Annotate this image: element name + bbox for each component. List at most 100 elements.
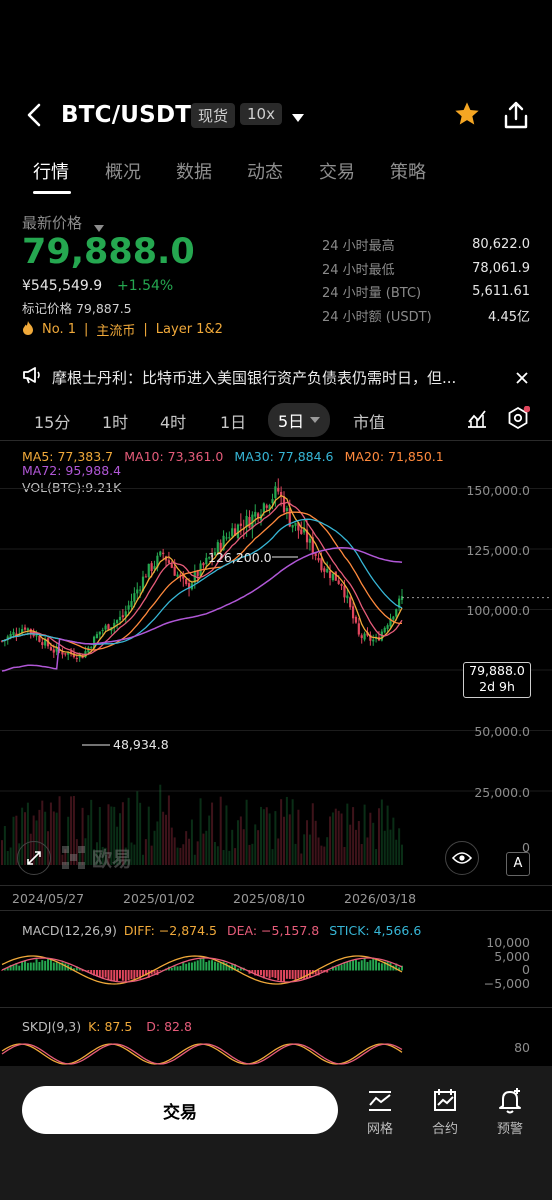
alert-button[interactable]: 预警 <box>480 1086 540 1137</box>
volume-bar <box>58 796 61 865</box>
macd-histogram-bar <box>216 962 219 971</box>
macd-histogram-bar <box>329 969 332 971</box>
candle-body <box>202 563 205 566</box>
candle-body <box>300 529 303 534</box>
volume-bar <box>257 830 260 865</box>
latest-price-label[interactable]: 最新价格 <box>22 212 82 233</box>
timeframe-1h[interactable]: 1时 <box>102 409 128 433</box>
volume-bar <box>349 824 352 865</box>
volume-bar <box>357 821 360 865</box>
tab-market[interactable]: 行情 <box>33 158 69 184</box>
volume-bar <box>277 838 280 865</box>
candle-body <box>225 537 228 539</box>
macd-label: MACD(12,26,9) <box>22 923 117 938</box>
volume-bar <box>300 853 303 865</box>
volume-bar <box>190 819 193 865</box>
cny-price: ¥545,549.9 <box>22 278 103 294</box>
candle-countdown: 2d 9h <box>479 679 515 694</box>
close-news-icon[interactable] <box>516 369 528 388</box>
volume-bar <box>52 811 55 865</box>
macd-histogram-bar <box>357 961 360 971</box>
chart-indicator-icon[interactable] <box>466 407 488 433</box>
tab-trade[interactable]: 交易 <box>319 158 355 184</box>
timeframe-4h[interactable]: 4时 <box>160 409 186 433</box>
candle-body <box>170 564 173 568</box>
grid-button[interactable]: 网格 <box>350 1086 410 1137</box>
volume-bar <box>354 829 357 865</box>
fullscreen-icon[interactable] <box>17 841 51 875</box>
macd-histogram-bar <box>18 965 21 971</box>
contract-button[interactable]: 合约 <box>415 1086 475 1137</box>
timeframe-5d[interactable]: 5日 <box>268 403 331 437</box>
high-annotation: 126,200.0 <box>208 550 272 565</box>
candle-body <box>265 505 268 508</box>
macd-axis-label: 0 <box>522 962 530 977</box>
volume-bar <box>372 822 375 865</box>
macd-histogram-bar <box>352 960 355 971</box>
dropdown-caret-icon[interactable] <box>291 108 305 127</box>
eye-icon[interactable] <box>445 841 479 875</box>
stats-panel: 24 小时最高 80,622.0 24 小时最低 78,061.9 24 小时量… <box>322 233 530 327</box>
volume-bar <box>219 796 222 865</box>
candle-body <box>35 635 38 637</box>
macd-histogram-bar <box>211 960 214 971</box>
x-axis-label: 2024/05/27 <box>12 891 85 906</box>
timeframe-1d[interactable]: 1日 <box>220 409 246 433</box>
pair-title[interactable]: BTC/USDT <box>61 102 191 128</box>
candle-body <box>52 649 55 653</box>
mainstream-tag[interactable]: 主流币 <box>96 320 135 339</box>
candle-body <box>49 647 53 651</box>
candle-body <box>104 625 107 630</box>
candle-body <box>317 557 320 561</box>
volume-bar <box>331 812 334 865</box>
candle-body <box>254 511 257 517</box>
volume-bar <box>167 795 170 865</box>
tab-news[interactable]: 动态 <box>247 158 283 184</box>
volume-bar <box>271 849 274 865</box>
stat-value: 80,622.0 <box>472 237 530 253</box>
macd-histogram-bar <box>213 961 216 971</box>
tab-strategy[interactable]: 策略 <box>390 158 426 184</box>
volume-bar <box>234 848 237 865</box>
candle-body <box>136 589 139 594</box>
candle-body <box>38 636 41 642</box>
chart-settings-icon[interactable] <box>506 405 531 434</box>
leverage-badge[interactable]: 10x <box>240 103 282 125</box>
macd-histogram-bar <box>185 963 188 971</box>
layer-tag[interactable]: Layer 1&2 <box>156 322 223 337</box>
volume-bar <box>323 846 326 865</box>
tag-separator: | <box>84 322 89 337</box>
timeframe-marketcap[interactable]: 市值 <box>353 409 385 433</box>
trade-button[interactable]: 交易 <box>22 1086 338 1134</box>
tab-data[interactable]: 数据 <box>176 158 212 184</box>
skdj-chart <box>1 1043 403 1065</box>
tab-overview[interactable]: 概况 <box>105 158 141 184</box>
macd-histogram-bar <box>107 970 110 981</box>
volume-bar <box>165 814 168 865</box>
macd-stick: STICK: 4,566.6 <box>329 923 422 938</box>
candle-body <box>346 595 349 599</box>
macd-diff: DIFF: −2,874.5 <box>123 923 218 938</box>
news-ticker[interactable]: 摩根士丹利：比特币进入美国银行资产负债表仍需时日，但... <box>22 364 532 390</box>
favorite-star-icon[interactable] <box>453 100 481 132</box>
candle-body <box>360 635 363 638</box>
news-text[interactable]: 摩根士丹利：比特币进入美国银行资产负债表仍需时日，但... <box>52 367 502 388</box>
okx-logo-icon <box>62 845 85 869</box>
volume-bar <box>242 829 245 865</box>
timeframe-15m[interactable]: 15分 <box>34 409 70 433</box>
volume-bar <box>205 830 208 865</box>
candle-body <box>150 563 153 571</box>
auto-scale-toggle[interactable]: A <box>506 852 530 876</box>
macd-histogram-bar <box>104 970 107 978</box>
stat-value: 4.45亿 <box>488 309 530 325</box>
volume-bar <box>320 845 323 865</box>
mark-price: 标记价格 79,887.5 <box>22 301 132 316</box>
rank-tag[interactable]: No. 1 <box>42 322 76 337</box>
volume-bar <box>346 803 349 865</box>
share-icon[interactable] <box>502 100 530 134</box>
candle-body <box>162 552 165 555</box>
back-arrow-icon[interactable] <box>24 102 46 132</box>
macd-histogram-bar <box>380 963 383 971</box>
current-price-tag-value: 79,888.0 <box>469 663 525 678</box>
macd-histogram-bar <box>196 960 199 971</box>
